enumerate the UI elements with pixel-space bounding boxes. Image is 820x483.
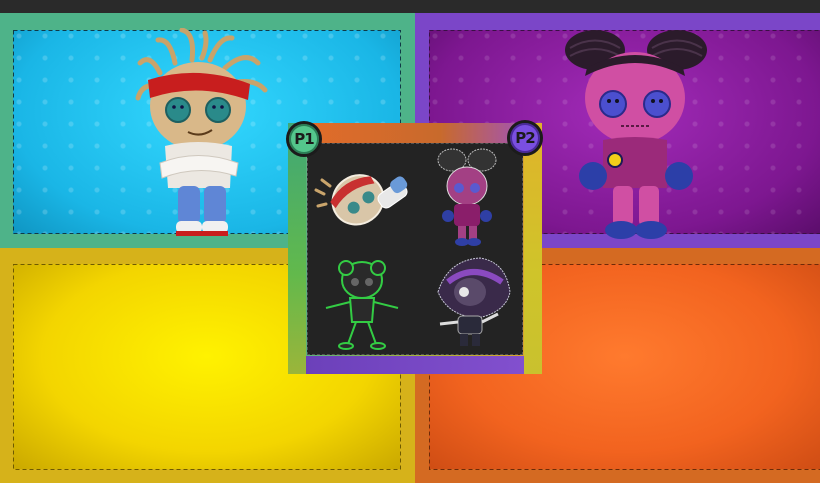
- braided-fighter-icon: [437, 148, 497, 246]
- roster-slot-headband-fighter[interactable]: [312, 146, 416, 248]
- character-select-grid: [288, 123, 542, 374]
- roster-board: [307, 143, 523, 355]
- green-outline-fighter-icon: [325, 260, 399, 350]
- sackboy-headband-character: [135, 28, 268, 236]
- player1-cursor-label: P1: [294, 130, 314, 148]
- pink-braided-character: [565, 30, 707, 239]
- top-bar: [0, 0, 820, 13]
- roster-slot-hooded-fighter[interactable]: [418, 252, 522, 354]
- roster-slot-green-outline-fighter[interactable]: [312, 252, 416, 354]
- player2-cursor[interactable]: P2: [507, 120, 543, 156]
- character-select-screen: P1 P2: [0, 0, 820, 483]
- hooded-fighter-icon: [437, 257, 511, 346]
- roster-slot-braided-fighter[interactable]: [418, 146, 522, 248]
- headband-fighter-icon: [314, 174, 408, 226]
- player1-cursor[interactable]: P1: [286, 121, 322, 157]
- player2-cursor-label: P2: [515, 129, 535, 147]
